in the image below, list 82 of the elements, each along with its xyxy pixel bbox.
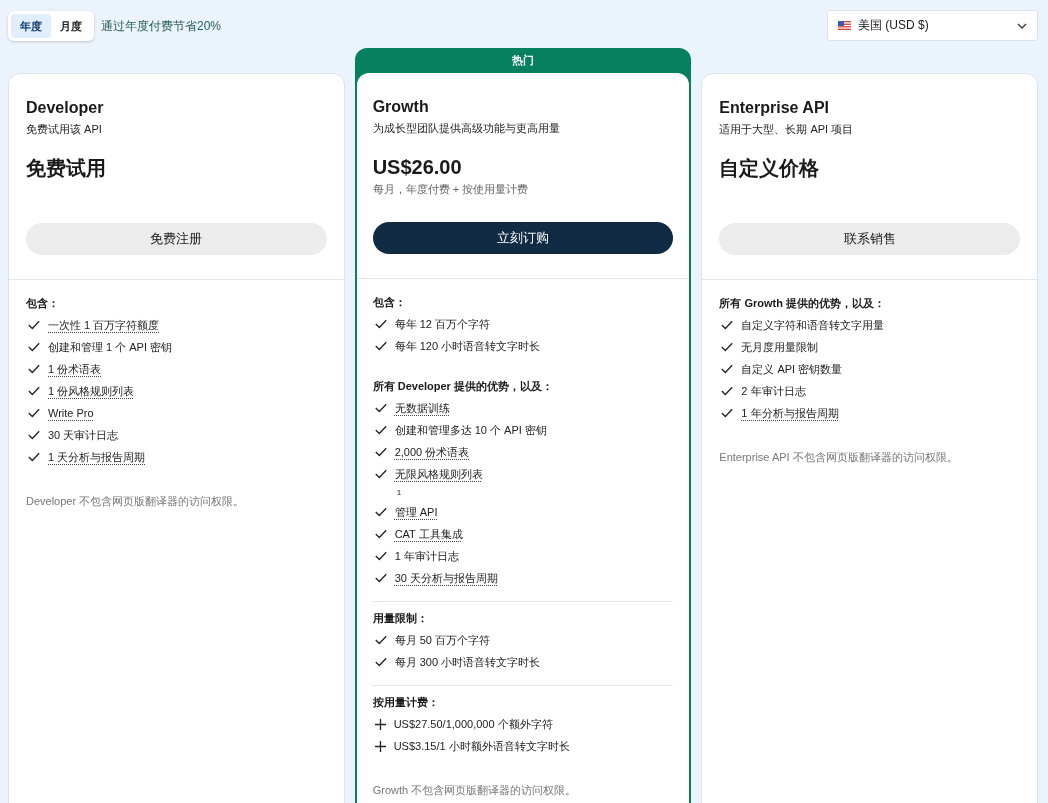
check-icon [374,469,387,479]
plus-icon [374,740,386,752]
check-icon [28,408,40,418]
check-icon [28,364,40,374]
plan-price: 自定义价格 [719,156,821,181]
feature-text: Write Pro [48,406,94,421]
plan-description: 免费试用该 API [26,122,103,137]
popular-label: 热门 [511,53,535,68]
feature-text: 1 年审计日志 [394,549,459,564]
feature-heading: 包含： [26,296,60,311]
feature-text: 1 年分析与报告周期 [741,406,839,421]
feature-text: 每年 12 百万个字符 [394,317,490,332]
feature-text: 创建和管理 1 个 API 密钥 [48,340,173,355]
check-icon [374,319,387,329]
feature-text: 2 年审计日志 [741,384,806,399]
check-icon [28,430,40,440]
region-dropdown[interactable]: 美国 (USD $) [827,10,1038,41]
feature-text: 创建和管理多达 10 个 API 密钥 [394,423,547,438]
plus-icon [374,718,386,730]
feature-text: 1 份风格规则列表 [48,384,135,399]
check-icon [374,447,387,457]
check-icon [374,551,387,561]
feature-text: 每年 120 小时语音转文字时长 [394,339,541,354]
plan-price: 免费试用 [26,156,107,181]
feature-text: 每月 300 小时语音转文字时长 [394,655,541,670]
plan-price: US$26.00 [372,155,463,180]
plan-button[interactable]: 免费注册 [26,223,327,255]
feature-heading: 包含： [372,295,407,310]
feature-text: 1 天分析与报告周期 [48,450,146,465]
feature-heading: 所有 Developer 提供的优势，以及： [372,379,554,394]
feature-text: US$3.15/1 小时额外语音转文字时长 [393,739,570,754]
plan-note: Enterprise API 不包含网页版翻译器的访问权限。 [719,450,959,465]
feature-heading: 按用量计费： [372,695,440,710]
feature-text: 自定义 API 密钥数量 [741,362,843,377]
feature-heading: 用量限制： [372,611,429,626]
check-icon [28,320,40,330]
check-icon [721,386,734,396]
plan-note: Growth 不包含网页版翻译器的访问权限。 [372,783,578,798]
check-icon [374,635,387,645]
check-icon [374,529,387,539]
plan-button[interactable]: 立刻订购 [372,222,674,254]
feature-text: 无月度用量限制 [741,340,819,355]
check-icon [721,342,734,352]
plan-name: Developer [26,98,105,118]
feature-text: 一次性 1 百万字符额度 [48,318,160,333]
feature-text: 1 份术语表 [48,362,102,377]
plan-note: Developer 不包含网页版翻译器的访问权限。 [26,494,246,509]
chevron-down-icon [1017,22,1027,29]
check-icon [374,573,387,583]
check-icon [28,342,40,352]
feature-text: 30 天审计日志 [48,428,119,443]
plan-name: Growth [372,97,430,117]
check-icon [374,507,387,517]
billing-tab[interactable]: 月度 [51,14,91,38]
feature-text: 2,000 份术语表 [394,445,470,460]
plan-description: 适用于大型、长期 API 项目 [719,122,855,137]
feature-text: 每月 50 百万个字符 [394,633,490,648]
check-icon [721,320,734,330]
check-icon [374,403,387,413]
check-icon [374,341,387,351]
flag-icon [838,21,851,30]
check-icon [28,386,40,396]
check-icon [28,452,40,462]
check-icon [374,657,387,667]
plan-description: 为成长型团队提供高级功能与更高用量 [372,121,561,136]
plan-button[interactable]: 联系销售 [719,223,1020,255]
feature-text: CAT 工具集成 [394,527,463,542]
billing-tab[interactable]: 年度 [11,14,51,38]
plan-name: Enterprise API [719,98,830,118]
feature-text: US$27.50/1,000,000 个额外字符 [393,717,553,732]
price-note: 每月，年度付费 + 按使用量计费 [372,182,530,197]
check-icon [721,408,734,418]
check-icon [721,364,734,374]
check-icon [374,425,387,435]
feature-heading: 所有 Growth 提供的优势，以及： [719,296,886,311]
feature-text: 无限风格规则列表 [394,467,483,482]
feature-text: 无数据训练 [394,401,450,416]
footnote-mark: 1 [395,487,402,499]
feature-text: 管理 API [394,505,438,520]
savings-note: 通过年度付费节省20% [101,17,222,35]
feature-text: 自定义字符和语音转文字用量 [741,318,885,333]
feature-text: 30 天分析与报告周期 [394,571,498,586]
